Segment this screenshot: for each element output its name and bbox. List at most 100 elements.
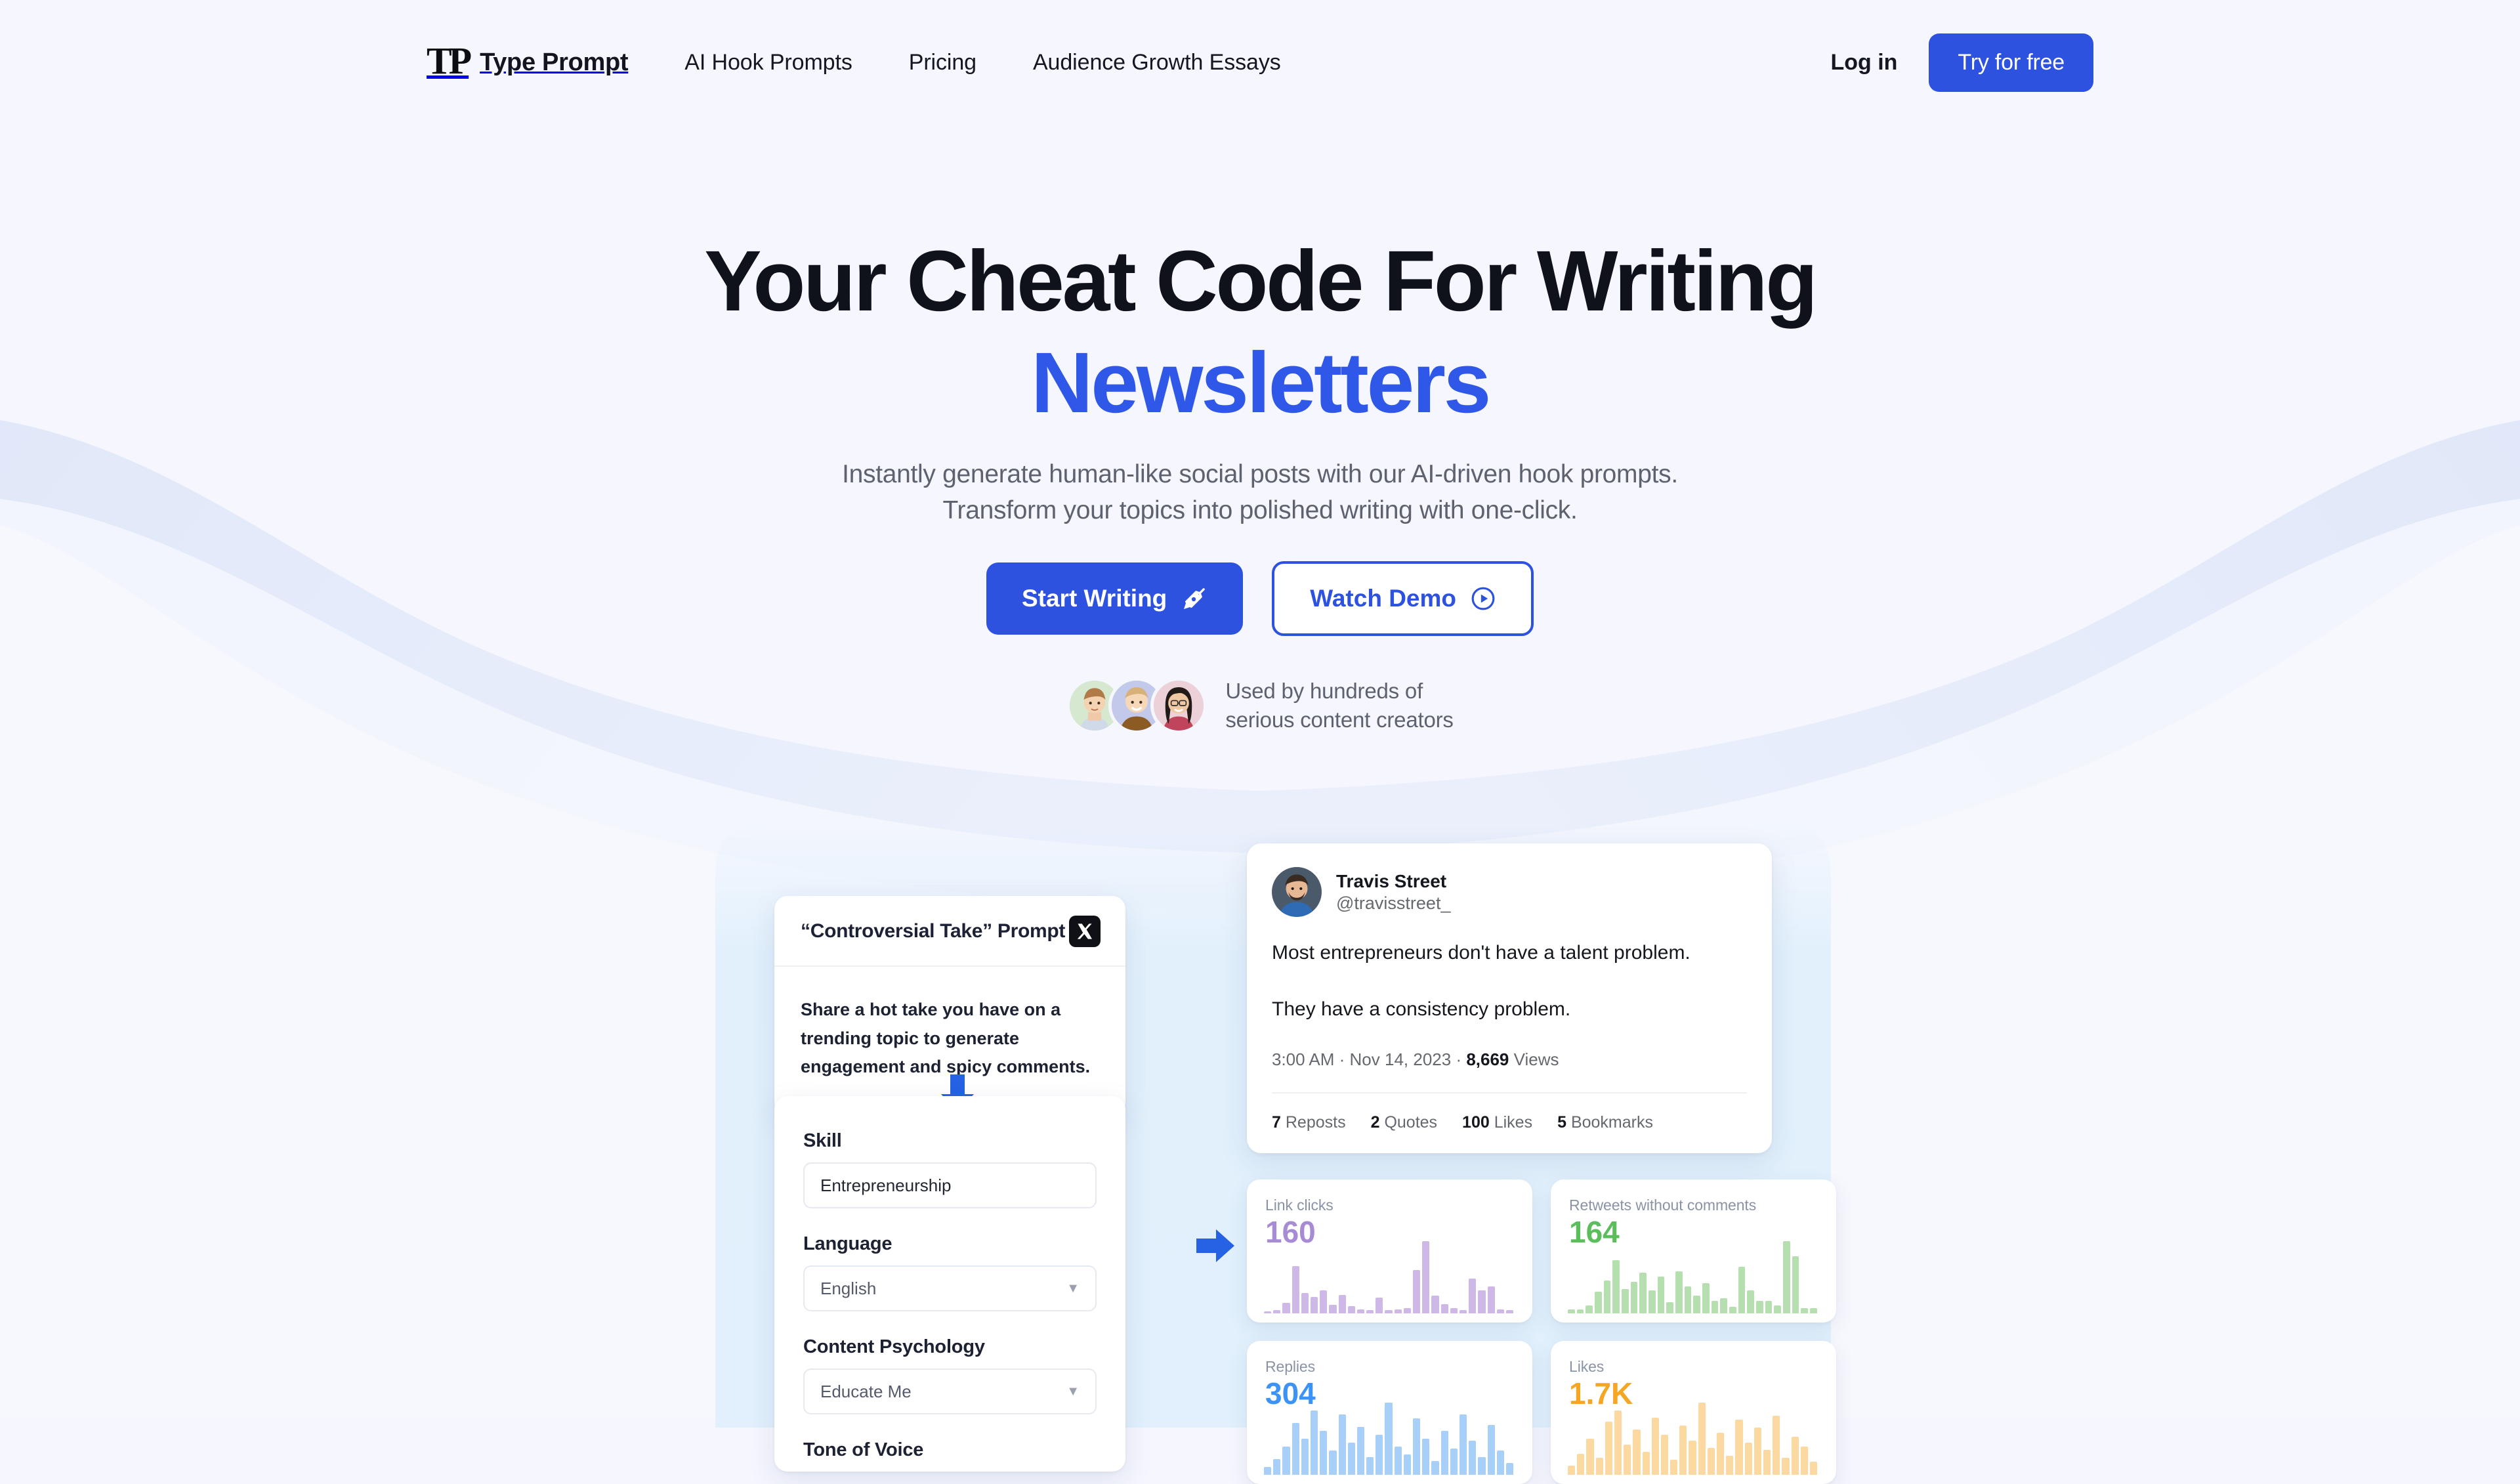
x-twitter-icon bbox=[1069, 916, 1101, 947]
bar-chart bbox=[1568, 1403, 1818, 1475]
content-psychology-select[interactable]: Educate Me ▼ bbox=[803, 1368, 1097, 1414]
bar bbox=[1702, 1283, 1710, 1313]
hero-title-line-1: Your Cheat Code For Writing bbox=[704, 232, 1818, 329]
bar bbox=[1496, 1451, 1504, 1475]
bar bbox=[1791, 1437, 1799, 1475]
bar bbox=[1450, 1308, 1458, 1313]
tweet-identity: Travis Street @travisstreet_ bbox=[1336, 870, 1450, 915]
bar bbox=[1800, 1446, 1808, 1475]
bar bbox=[1717, 1433, 1725, 1475]
bar bbox=[1744, 1442, 1752, 1475]
social-proof-line-2: serious content creators bbox=[1225, 708, 1454, 732]
prompt-description: Share a hot take you have on a trending … bbox=[801, 1000, 1091, 1077]
bar bbox=[1612, 1260, 1620, 1313]
tweet-author-name: Travis Street bbox=[1336, 870, 1447, 891]
bar bbox=[1747, 1290, 1755, 1313]
tweet-line-1: Most entrepreneurs don't have a talent p… bbox=[1272, 942, 1690, 964]
stat-label: Likes bbox=[1569, 1358, 1605, 1375]
bar bbox=[1729, 1306, 1736, 1313]
stat-label: Retweets without comments bbox=[1569, 1197, 1757, 1214]
bar bbox=[1478, 1290, 1486, 1313]
bar bbox=[1735, 1420, 1743, 1475]
bar bbox=[1810, 1307, 1817, 1313]
bar bbox=[1576, 1309, 1584, 1313]
bar bbox=[1698, 1403, 1706, 1475]
try-for-free-button[interactable]: Try for free bbox=[1929, 33, 2093, 92]
start-writing-button[interactable]: Start Writing bbox=[986, 562, 1244, 635]
bar bbox=[1765, 1301, 1773, 1313]
stat-count: 7 bbox=[1272, 1113, 1281, 1132]
bar bbox=[1773, 1416, 1780, 1475]
bar bbox=[1693, 1296, 1701, 1313]
social-proof-text: Used by hundreds of serious content crea… bbox=[1225, 677, 1454, 734]
stat-label: Link clicks bbox=[1265, 1197, 1334, 1214]
field-label: Language bbox=[803, 1233, 892, 1254]
bar bbox=[1568, 1309, 1575, 1313]
generation-form: Skill Entrepreneurship Language English … bbox=[774, 1096, 1125, 1472]
bar bbox=[1809, 1461, 1818, 1475]
tweet-meta: 3:00 AM · Nov 14, 2023 · 8,669 Views bbox=[1272, 1049, 1747, 1092]
field-label: Skill bbox=[803, 1130, 842, 1151]
tweet-stat-bookmarks: 5 Bookmarks bbox=[1557, 1113, 1653, 1132]
bar bbox=[1595, 1291, 1602, 1313]
skill-input[interactable]: Entrepreneurship bbox=[803, 1162, 1097, 1208]
bar bbox=[1792, 1256, 1799, 1313]
analytics-card-likes: Likes 1.7K bbox=[1551, 1341, 1836, 1484]
field-label: Content Psychology bbox=[803, 1336, 985, 1357]
meta-dot: · bbox=[1456, 1049, 1467, 1069]
watch-demo-label: Watch Demo bbox=[1310, 585, 1457, 612]
bar bbox=[1450, 1449, 1458, 1475]
bar bbox=[1469, 1278, 1477, 1313]
meta-dot: · bbox=[1339, 1049, 1350, 1069]
language-select[interactable]: English ▼ bbox=[803, 1265, 1097, 1311]
watch-demo-button[interactable]: Watch Demo bbox=[1272, 561, 1534, 637]
bar bbox=[1726, 1456, 1734, 1475]
tweet-views-count: 8,669 bbox=[1466, 1049, 1509, 1069]
bar bbox=[1376, 1434, 1383, 1475]
bar bbox=[1505, 1462, 1514, 1475]
bar bbox=[1586, 1305, 1593, 1313]
bar bbox=[1720, 1298, 1728, 1313]
login-link[interactable]: Log in bbox=[1830, 50, 1897, 75]
tweet-body: Most entrepreneurs don't have a talent p… bbox=[1272, 939, 1747, 1023]
form-field-content-psychology: Content Psychology Educate Me ▼ bbox=[803, 1336, 1097, 1414]
product-showcase: “Controversial Take” Prompt Share a hot … bbox=[0, 817, 2520, 1484]
bar bbox=[1505, 1310, 1514, 1313]
header-actions: Log in Try for free bbox=[1830, 33, 2093, 92]
bar bbox=[1356, 1309, 1365, 1313]
bar bbox=[1801, 1307, 1809, 1313]
result-column: Travis Street @travisstreet_ Most entrep… bbox=[1247, 843, 1836, 1484]
bar bbox=[1568, 1465, 1576, 1475]
bar bbox=[1403, 1308, 1411, 1313]
tweet-views-label-text: Views bbox=[1513, 1049, 1559, 1069]
nav-item-audience-growth-essays[interactable]: Audience Growth Essays bbox=[1033, 50, 1281, 75]
bar bbox=[1614, 1410, 1622, 1475]
analytics-card-replies: Replies 304 bbox=[1247, 1341, 1532, 1484]
bar bbox=[1366, 1310, 1374, 1313]
chevron-down-icon: ▼ bbox=[1066, 1281, 1080, 1296]
bar bbox=[1738, 1267, 1746, 1313]
bar bbox=[1711, 1301, 1719, 1313]
bar bbox=[1403, 1454, 1411, 1475]
bar bbox=[1783, 1241, 1790, 1313]
bar-chart bbox=[1264, 1241, 1514, 1313]
prompt-column: “Controversial Take” Prompt Share a hot … bbox=[774, 896, 1125, 1472]
nav-item-ai-hook-prompts[interactable]: AI Hook Prompts bbox=[684, 50, 852, 75]
bar bbox=[1301, 1292, 1309, 1313]
primary-nav: AI Hook Prompts Pricing Audience Growth … bbox=[684, 50, 1280, 75]
nav-item-pricing[interactable]: Pricing bbox=[909, 50, 976, 75]
hero-title-accent: Newsletters bbox=[1030, 334, 1491, 431]
bar bbox=[1376, 1298, 1383, 1313]
brand-name: Type Prompt bbox=[480, 48, 629, 76]
bar bbox=[1689, 1440, 1696, 1475]
bar bbox=[1666, 1302, 1674, 1313]
analytics-card-link-clicks: Link clicks 160 bbox=[1247, 1179, 1532, 1323]
tweet-stat-reposts: 7 Reposts bbox=[1272, 1113, 1346, 1132]
bar bbox=[1459, 1310, 1467, 1313]
brand-logo[interactable]: TP Type Prompt bbox=[427, 42, 629, 80]
bar bbox=[1422, 1241, 1430, 1313]
bar bbox=[1603, 1281, 1611, 1313]
bar bbox=[1292, 1422, 1299, 1475]
bar bbox=[1648, 1290, 1656, 1313]
bar bbox=[1622, 1288, 1629, 1313]
